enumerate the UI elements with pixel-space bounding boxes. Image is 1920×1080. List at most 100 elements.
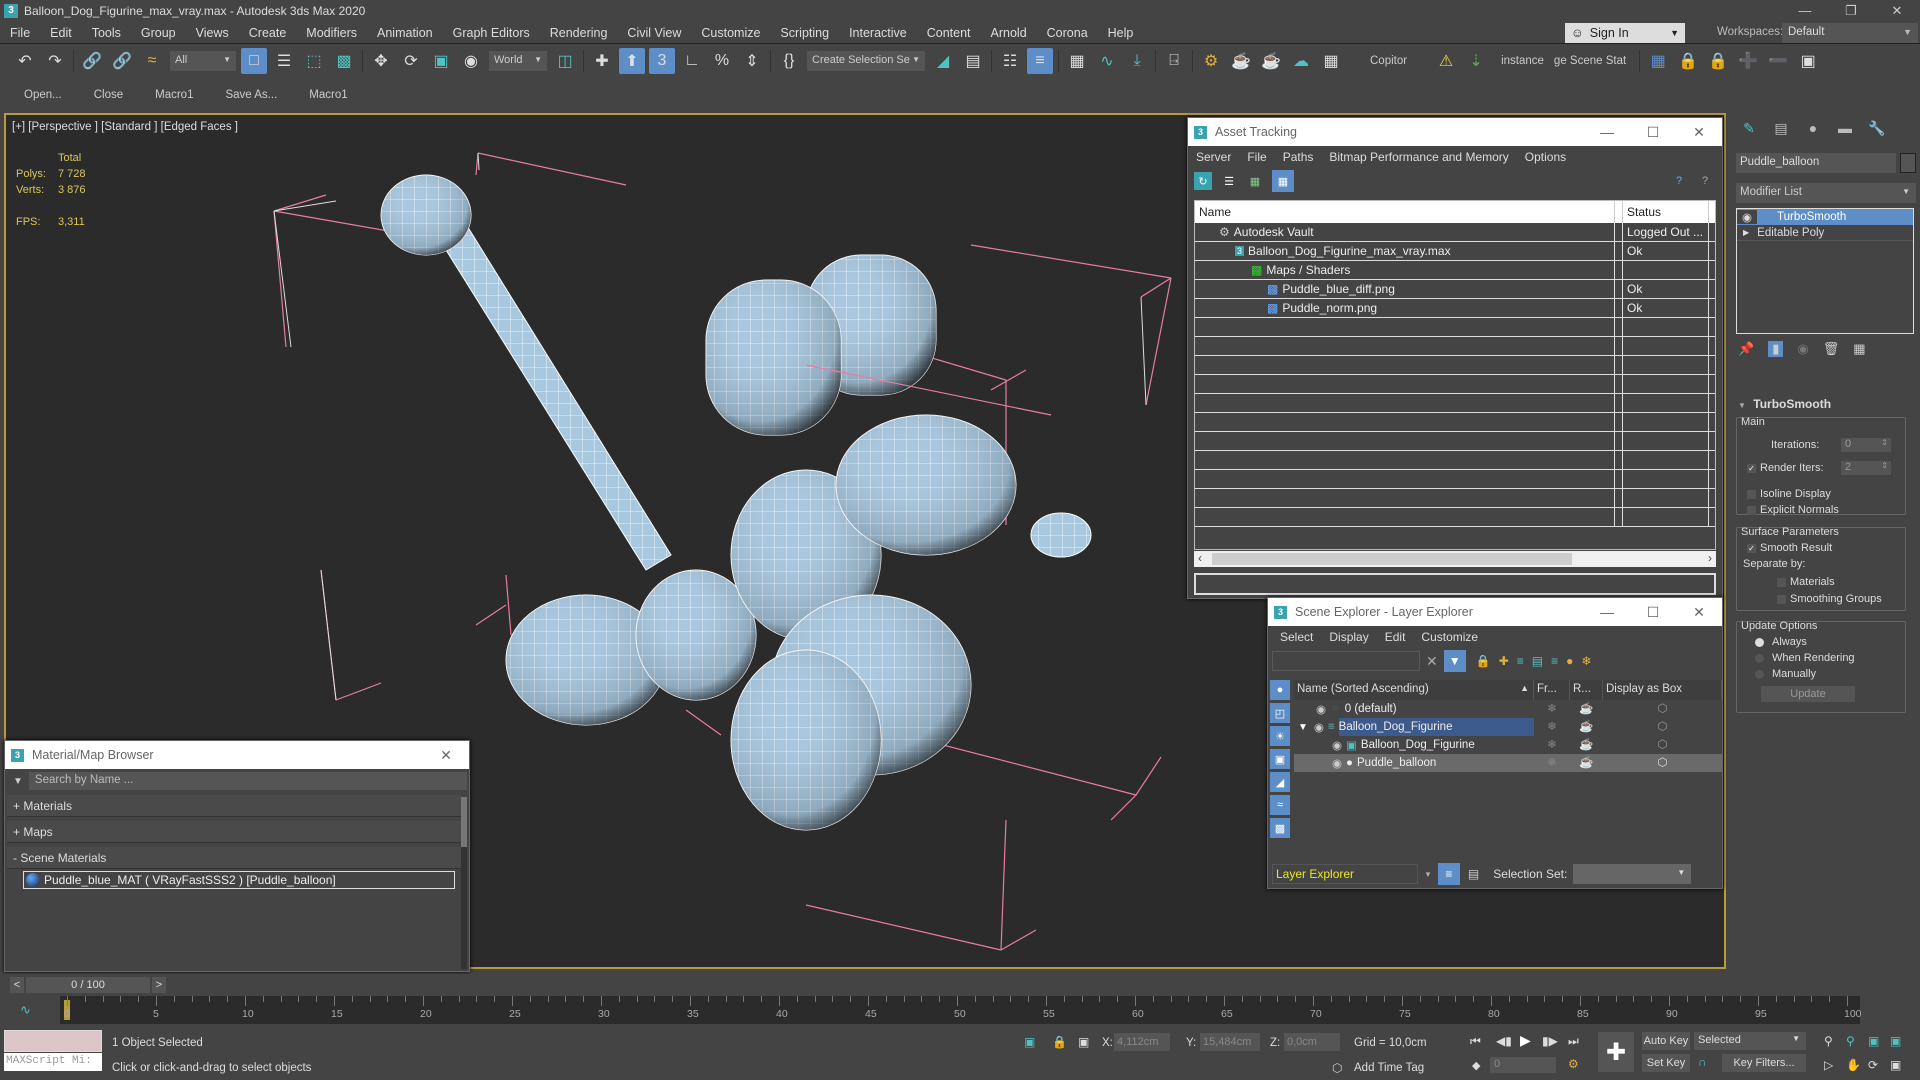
time-tag-icon[interactable]: ⬡	[1332, 1061, 1342, 1075]
macro-save-as[interactable]: Save As...	[225, 89, 277, 101]
select-manipulate-icon[interactable]: ✚	[589, 48, 615, 74]
play-icon[interactable]: ▶	[1520, 1032, 1531, 1049]
menu-select[interactable]: Select	[1272, 630, 1321, 644]
scrollbar-thumb[interactable]	[461, 797, 467, 847]
object-name-field[interactable]: Puddle_balloon	[1736, 153, 1896, 173]
isolate-selection-icon[interactable]: ▣	[1024, 1035, 1035, 1049]
visibility-eye-icon[interactable]: ◉	[1332, 738, 1342, 752]
category-materials[interactable]: + Materials	[7, 795, 461, 817]
smoothing-groups-checkbox[interactable]	[1777, 594, 1786, 604]
pan-view-icon[interactable]: ✋	[1846, 1058, 1861, 1072]
rectangular-selection-icon[interactable]: ⬚	[301, 48, 327, 74]
menu-file[interactable]: File	[0, 22, 40, 44]
remove-viewport-icon[interactable]: ➖	[1765, 48, 1791, 74]
visibility-eye-icon[interactable]: ◉	[1332, 756, 1342, 770]
menu-customize[interactable]: Customize	[691, 22, 770, 44]
rendered-frame-window-icon[interactable]: ☕	[1228, 48, 1254, 74]
menu-views[interactable]: Views	[186, 22, 239, 44]
layer-mode-icon[interactable]: ≡	[1437, 863, 1460, 885]
menu-edit[interactable]: Edit	[40, 22, 82, 44]
asset-row[interactable]: ⚙ Autodesk Vault Logged Out ...	[1195, 223, 1715, 242]
window-crossing-icon[interactable]: ▩	[331, 48, 357, 74]
asset-row[interactable]: ▩ Maps / Shaders	[1195, 261, 1715, 280]
menu-options[interactable]: Options	[1517, 150, 1574, 164]
menu-bitmap-performance[interactable]: Bitmap Performance and Memory	[1321, 150, 1516, 164]
menu-display[interactable]: Display	[1321, 630, 1376, 644]
prev-frame-icon[interactable]: <	[10, 977, 24, 993]
key-filters-button[interactable]: Key Filters...	[1722, 1054, 1806, 1072]
maxscript-listener-output[interactable]	[4, 1030, 102, 1052]
scrollbar-thumb[interactable]	[1212, 553, 1572, 565]
expand-chevron-icon[interactable]: ▼	[1298, 722, 1308, 733]
link-icon[interactable]: 🔗	[79, 48, 105, 74]
time-slider-thumb[interactable]: 0 / 100	[26, 977, 150, 993]
menu-tools[interactable]: Tools	[82, 22, 131, 44]
mirror-icon[interactable]: ◢	[930, 48, 956, 74]
visibility-eye-icon[interactable]: ◉	[1314, 720, 1324, 734]
select-by-name-icon[interactable]: ☰	[271, 48, 297, 74]
default-in-out-tangent-icon[interactable]: ∩	[1698, 1055, 1707, 1069]
z-coordinate-field[interactable]: 0,0cm	[1284, 1033, 1340, 1051]
menu-file[interactable]: File	[1239, 150, 1274, 164]
shapes-filter-icon[interactable]: ◰	[1270, 703, 1290, 723]
asset-row[interactable]: 3 Balloon_Dog_Figurine_max_vray.max Ok	[1195, 242, 1715, 261]
schematic-view-icon[interactable]: ⤓	[1124, 48, 1150, 74]
warning-icon[interactable]: ⚠	[1433, 48, 1459, 74]
menu-create[interactable]: Create	[239, 22, 297, 44]
render-teapot-icon[interactable]: ☕	[1570, 700, 1603, 718]
scene-row[interactable]: ◉ ▣ Balloon_Dog_Figurine ❄ ☕ ⬡	[1294, 736, 1722, 754]
menu-graph-editors[interactable]: Graph Editors	[443, 22, 540, 44]
menu-animation[interactable]: Animation	[367, 22, 443, 44]
reference-coord-dropdown[interactable]: World ▼	[489, 51, 547, 71]
geometry-filter-icon[interactable]: ●	[1270, 680, 1290, 700]
angle-snap-icon[interactable]: ∟	[679, 48, 705, 74]
search-input[interactable]: Search by Name ...	[28, 772, 467, 790]
go-to-start-icon[interactable]: ⏮	[1470, 1034, 1481, 1049]
groups-filter-icon[interactable]: ▩	[1270, 818, 1290, 838]
track-bar[interactable]: ∿ 0 5 10 15 20 25 30 35 40 45 50 55 60 65 70 75 80 85 90 95…	[0, 996, 1920, 1026]
context-help-icon[interactable]: ?	[1696, 172, 1714, 190]
toggle-layer-explorer-icon[interactable]: ≡	[1027, 48, 1053, 74]
rollout-title[interactable]: TurboSmooth	[1753, 397, 1831, 411]
category-scene-materials[interactable]: - Scene Materials	[7, 847, 461, 869]
render-cloud-icon[interactable]: ☁	[1288, 48, 1314, 74]
maximize-viewport-toggle-icon[interactable]: ▣	[1890, 1058, 1901, 1072]
render-teapot-icon[interactable]: ☕	[1570, 736, 1603, 754]
stack-item-editable-poly[interactable]: ▶ Editable Poly	[1737, 225, 1913, 241]
close-button[interactable]: ✕	[1676, 598, 1722, 626]
column-frozen[interactable]: Fr...	[1534, 680, 1570, 700]
lock-icon[interactable]: 🔒	[1476, 654, 1491, 668]
menu-customize[interactable]: Customize	[1413, 630, 1486, 644]
unlink-icon[interactable]: 🔗	[109, 48, 135, 74]
menu-arnold[interactable]: Arnold	[981, 22, 1037, 44]
menu-interactive[interactable]: Interactive	[839, 22, 917, 44]
scene-row[interactable]: ▼ ◉ ≡ Balloon_Dog_Figurine ❄ ☕ ⬡	[1294, 718, 1722, 736]
spinner-arrows-icon[interactable]: ⇕	[1881, 438, 1888, 447]
search-input[interactable]	[1272, 651, 1420, 671]
box-icon[interactable]: ⬡	[1603, 718, 1722, 736]
auto-key-button[interactable]: Auto Key	[1642, 1032, 1690, 1050]
column-name[interactable]: Name (Sorted Ascending) ▲	[1294, 680, 1534, 700]
x-coordinate-field[interactable]: 4,112cm	[1114, 1033, 1170, 1051]
y-coordinate-field[interactable]: 15,484cm	[1200, 1033, 1260, 1051]
keyboard-shortcut-override-icon[interactable]: ⬆	[619, 48, 645, 74]
zoom-extents-icon[interactable]: ▣	[1868, 1034, 1879, 1048]
vertical-scrollbar[interactable]	[461, 797, 467, 969]
sign-in-button[interactable]: ☺ Sign In ▼	[1565, 23, 1685, 43]
pin-stack-icon[interactable]: 📌	[1738, 341, 1754, 357]
bind-space-warp-icon[interactable]: ≈	[139, 48, 165, 74]
lock-layout-gold-icon[interactable]: 🔒	[1705, 48, 1731, 74]
selection-lock-icon[interactable]: 🔒	[1052, 1035, 1067, 1049]
horizontal-scrollbar[interactable]: ‹ ›	[1194, 551, 1716, 567]
freeze-icon[interactable]: ❄	[1534, 754, 1570, 772]
key-mode-toggle-icon[interactable]: ◆	[1472, 1059, 1480, 1072]
box-icon[interactable]: ⬡	[1603, 754, 1722, 772]
next-frame-icon[interactable]: >	[152, 977, 166, 993]
minimize-button[interactable]: —	[1584, 118, 1630, 146]
explicit-normals-checkbox[interactable]	[1747, 505, 1756, 515]
update-button[interactable]: Update	[1761, 686, 1855, 702]
create-tab-icon[interactable]: ✎	[1736, 116, 1762, 140]
set-key-big-icon[interactable]: ✚	[1598, 1032, 1634, 1072]
spinner-snap-icon[interactable]: ⇕	[739, 48, 765, 74]
column-display-as-box[interactable]: Display as Box	[1603, 680, 1722, 700]
